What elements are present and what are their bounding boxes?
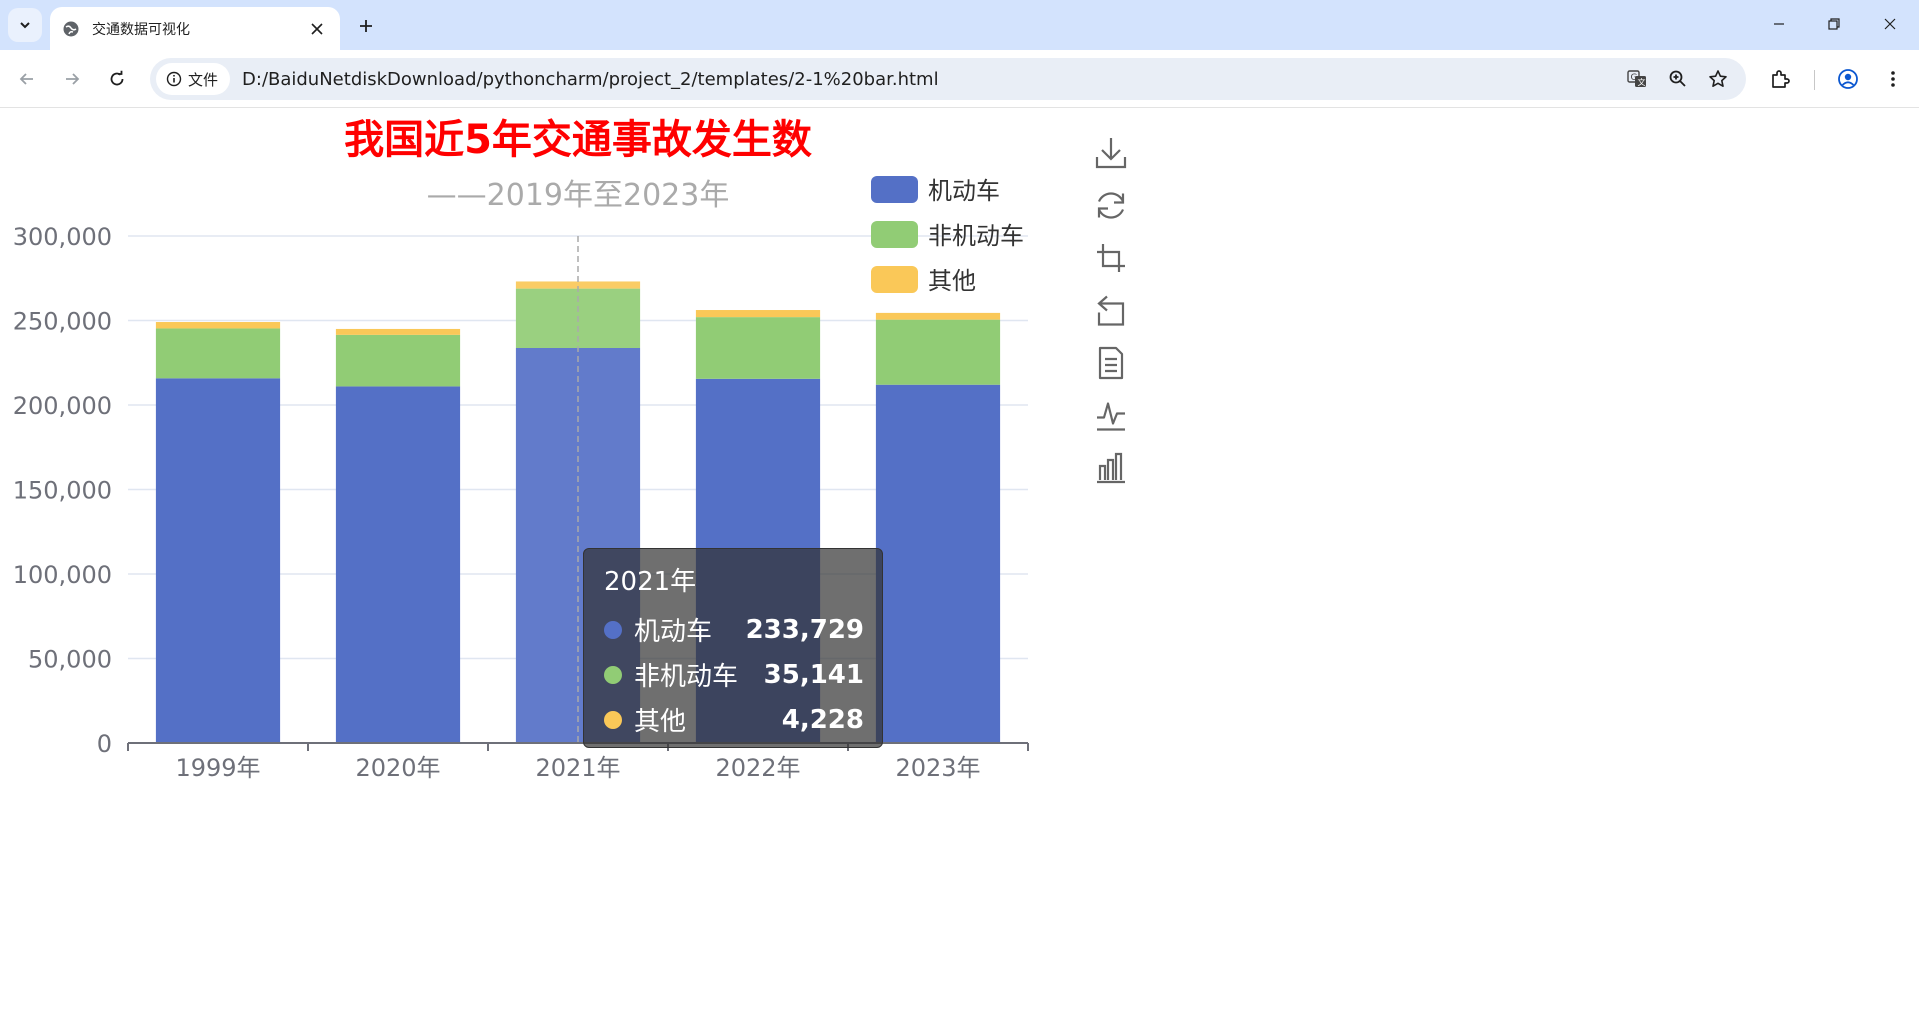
tooltip-row: 机动车 233,729: [604, 607, 864, 652]
bar-segment[interactable]: [695, 317, 821, 379]
browser-tab[interactable]: 交通数据可视化: [50, 7, 340, 50]
x-tick-label: 2020年: [355, 754, 440, 782]
tooltip-dot: [604, 665, 622, 684]
arrow-left-icon: [19, 73, 33, 85]
bar-segment[interactable]: [155, 378, 281, 743]
zoom-page-button[interactable]: [1662, 63, 1694, 95]
minimize-icon: [1774, 23, 1784, 25]
tooltip-series-name: 非机动车: [634, 662, 739, 692]
x-tick-label: 2023年: [895, 754, 980, 782]
bar-segment[interactable]: [155, 322, 281, 329]
x-tick-label: 1999年: [175, 754, 260, 782]
reload-button[interactable]: [100, 62, 134, 96]
bar-chart-icon[interactable]: [1093, 448, 1129, 488]
legend-swatch[interactable]: [871, 176, 918, 203]
restore-icon[interactable]: [1093, 186, 1129, 226]
y-tick-label: 100,000: [13, 561, 112, 589]
tab-strip: 交通数据可视化: [0, 0, 1919, 50]
site-chip-label: 文件: [188, 70, 219, 89]
bar-segment[interactable]: [155, 328, 281, 379]
tooltip-series-name: 其他: [634, 707, 687, 737]
chevron-down-icon: [20, 22, 30, 29]
y-tick-label: 300,000: [13, 223, 112, 251]
tooltip-series-name: 机动车: [634, 617, 713, 647]
plus-icon: [360, 20, 372, 32]
tooltip-row: 其他 4,228: [604, 697, 864, 742]
reload-icon: [110, 70, 124, 86]
url-text[interactable]: D:/BaiduNetdiskDownload/pythoncharm/proj…: [242, 69, 939, 90]
tooltip-value: 4,228: [781, 704, 864, 735]
bar-segment[interactable]: [875, 312, 1001, 320]
tab-close-button[interactable]: [306, 18, 328, 40]
bar-segment[interactable]: [335, 334, 461, 387]
more-vertical-icon: [1891, 71, 1895, 87]
chart-title: 我国近5年交通事故发生数: [344, 117, 812, 163]
tooltip-value: 35,141: [763, 659, 864, 690]
legend-label[interactable]: 机动车: [928, 177, 1000, 205]
traffic-accident-chart: 0 50,000 100,000 150,000 200,000 250,000 300,0…: [13, 117, 1129, 782]
tooltip-value: 233,729: [745, 614, 864, 645]
restore-window-button[interactable]: [1806, 0, 1862, 48]
chart-tooltip: 2021年 机动车 233,729 非机动车 35,141 其他 4,228: [583, 548, 883, 748]
y-tick-label: 150,000: [13, 477, 112, 505]
account-icon: [1838, 69, 1858, 89]
bar-segment[interactable]: [335, 386, 461, 743]
close-window-icon: [1884, 18, 1896, 30]
new-tab-button[interactable]: [350, 10, 382, 42]
close-window-button[interactable]: [1862, 0, 1918, 48]
globe-icon: [62, 20, 80, 38]
back-button[interactable]: [10, 62, 44, 96]
star-icon: [1709, 70, 1727, 87]
legend-label[interactable]: 其他: [928, 267, 976, 295]
minimize-button[interactable]: [1751, 0, 1807, 48]
bar-segment[interactable]: [335, 328, 461, 335]
translate-button[interactable]: G文: [1621, 63, 1653, 95]
line-chart-icon[interactable]: [1093, 396, 1129, 436]
arrow-right-icon: [66, 73, 80, 85]
browser-toolbar: 文件 D:/BaiduNetdiskDownload/pythoncharm/p…: [0, 50, 1919, 108]
tooltip-dot: [604, 710, 622, 729]
download-icon[interactable]: [1093, 133, 1129, 173]
tab-search-button[interactable]: [8, 8, 42, 42]
svg-text:文: 文: [1638, 77, 1646, 87]
x-tick-label: 2021年: [535, 754, 620, 782]
chart-legend: 机动车非机动车其他: [871, 176, 1024, 295]
site-info-chip[interactable]: 文件: [156, 63, 231, 95]
restore-window-icon: [1828, 18, 1840, 30]
legend-label[interactable]: 非机动车: [928, 222, 1024, 250]
bookmark-button[interactable]: [1702, 63, 1734, 95]
menu-button[interactable]: [1876, 62, 1910, 96]
tooltip-row: 非机动车 35,141: [604, 652, 864, 697]
legend-swatch[interactable]: [871, 221, 918, 248]
bar-segment[interactable]: [695, 310, 821, 318]
tooltip-header: 2021年: [604, 567, 697, 597]
puzzle-icon: [1772, 70, 1790, 88]
zoom-reset-icon[interactable]: [1093, 291, 1129, 331]
address-bar[interactable]: 文件 D:/BaiduNetdiskDownload/pythoncharm/p…: [150, 58, 1746, 100]
data-view-icon[interactable]: [1093, 343, 1129, 383]
y-tick-label: 50,000: [28, 646, 112, 674]
translate-icon: G文: [1627, 70, 1646, 87]
extensions-button[interactable]: [1764, 62, 1798, 96]
chart-subtitle: ——2019年至2023年: [427, 178, 730, 213]
zoom-icon[interactable]: [1093, 238, 1129, 278]
y-tick-label: 0: [97, 730, 112, 758]
bar-segment[interactable]: [875, 384, 1001, 743]
x-tick-label: 2022年: [715, 754, 800, 782]
forward-button[interactable]: [55, 62, 89, 96]
chart-toolbox: [1093, 133, 1129, 488]
zoom-in-icon: [1669, 70, 1686, 87]
close-icon: [311, 22, 323, 35]
info-icon: [166, 71, 182, 87]
y-tick-label: 250,000: [13, 308, 112, 336]
legend-swatch[interactable]: [871, 266, 918, 293]
toolbar-separator: [1814, 70, 1815, 90]
tooltip-dot: [604, 620, 622, 639]
bar-segment[interactable]: [875, 319, 1001, 385]
tab-title: 交通数据可视化: [92, 21, 190, 38]
profile-button[interactable]: [1831, 62, 1865, 96]
y-tick-label: 200,000: [13, 392, 112, 420]
